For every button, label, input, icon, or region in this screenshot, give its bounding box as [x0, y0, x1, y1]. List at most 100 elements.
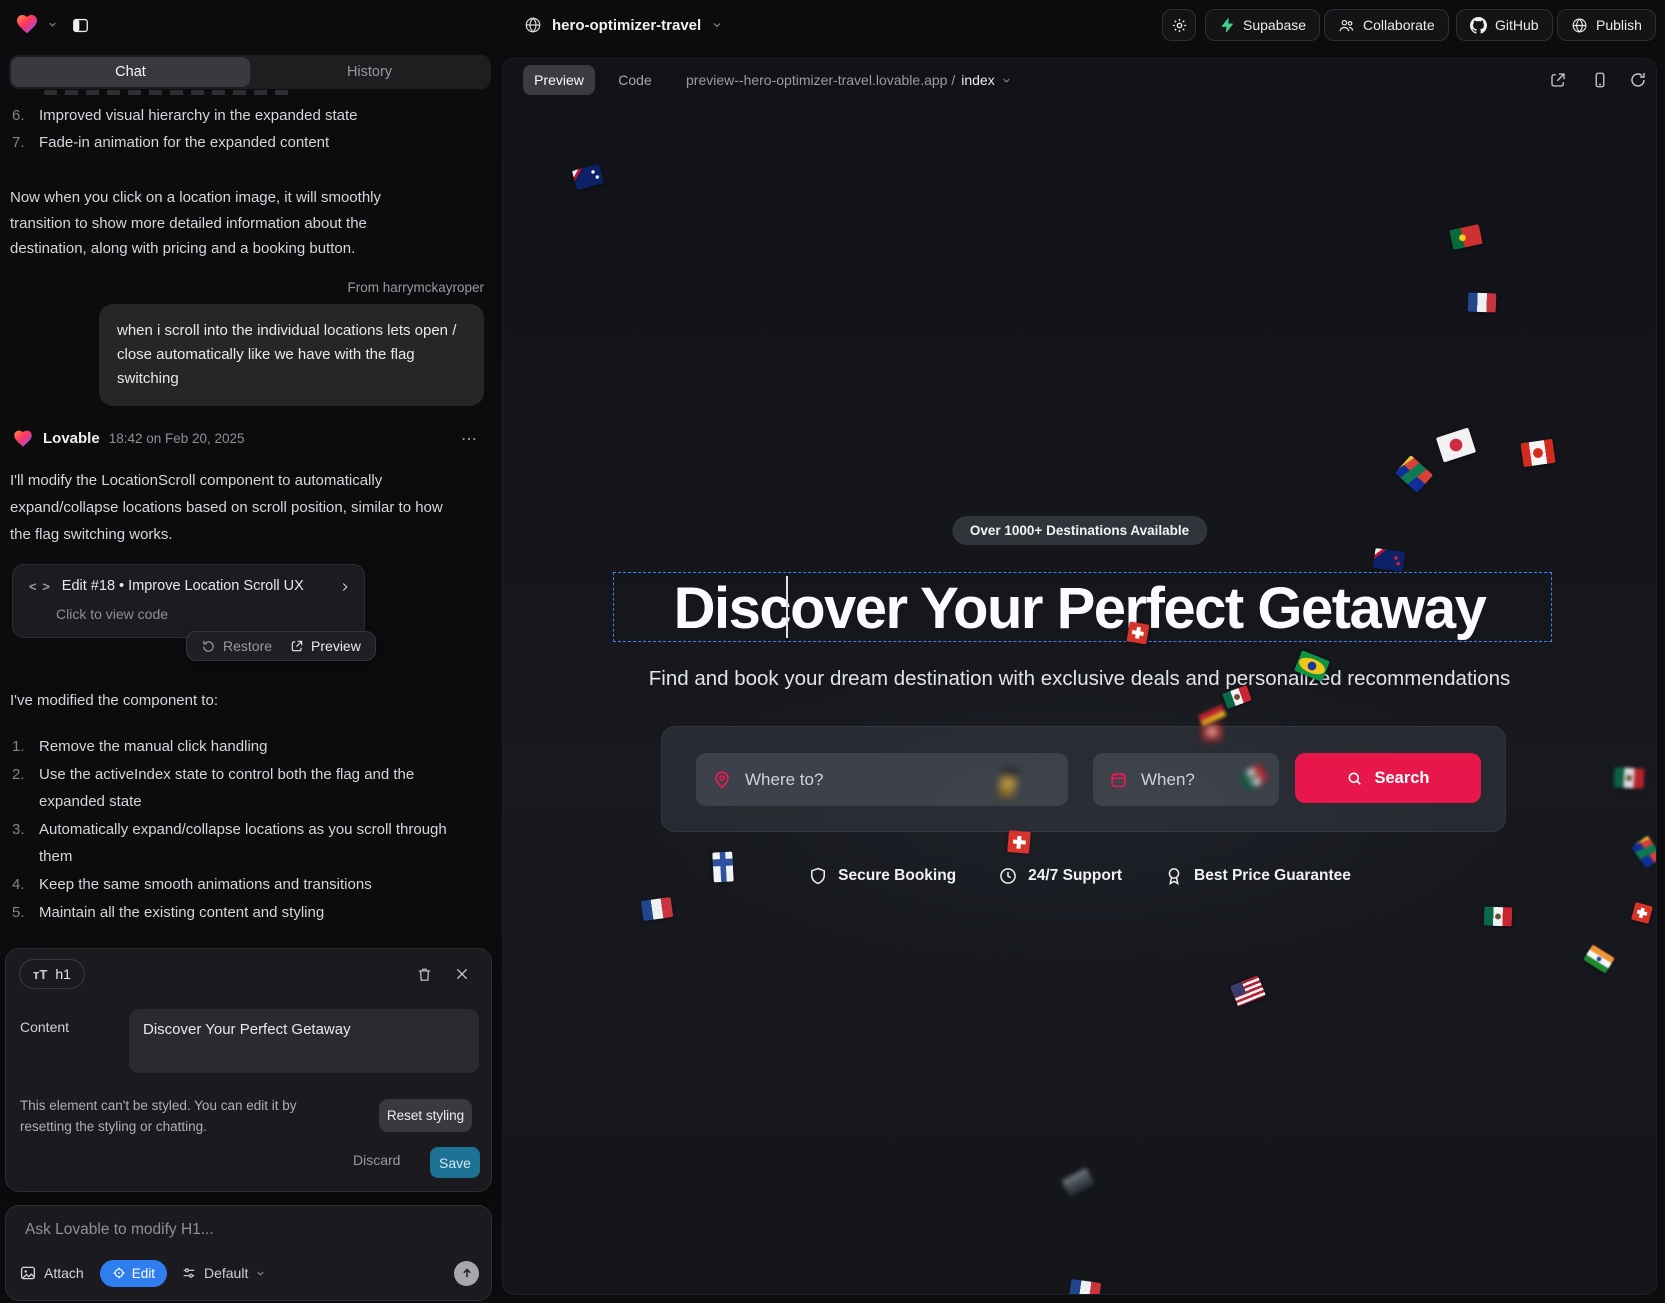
when-input[interactable]: When?: [1093, 753, 1279, 806]
preview-panel: Preview Code preview--hero-optimizer-tra…: [502, 58, 1657, 1295]
hero-subtitle[interactable]: Find and book your dream destination wit…: [503, 667, 1656, 691]
where-input[interactable]: Where to?: [696, 753, 1068, 806]
discard-button[interactable]: Discard: [353, 1152, 400, 1168]
url-prefix: preview--hero-optimizer-travel.lovable.a…: [686, 72, 955, 88]
send-button[interactable]: [454, 1261, 479, 1286]
reset-styling-button[interactable]: Reset styling: [379, 1099, 472, 1132]
url-page: index: [961, 72, 994, 88]
styling-note-text: This element can't be styled. You can ed…: [20, 1095, 342, 1137]
list-number: 1.: [12, 733, 39, 760]
publish-button[interactable]: Publish: [1557, 9, 1656, 41]
list-item: 4. Keep the same smooth animations and t…: [12, 871, 475, 898]
feature-support: 24/7 Support: [998, 866, 1122, 886]
sidebar-toggle-button[interactable]: [64, 9, 96, 41]
location-pin-icon: [712, 770, 732, 790]
modified-intro-text: I've modified the component to:: [10, 688, 444, 714]
default-mode-selector[interactable]: Default: [181, 1265, 266, 1281]
attach-button[interactable]: Attach: [19, 1264, 84, 1282]
search-button[interactable]: Search: [1295, 753, 1481, 803]
text-type-icon: тT: [33, 967, 47, 982]
list-text: Fade-in animation for the expanded conte…: [39, 132, 475, 153]
preview-url[interactable]: preview--hero-optimizer-travel.lovable.a…: [686, 72, 1012, 88]
assistant-intro-text: I'll modify the LocationScroll component…: [10, 467, 444, 548]
preview-header: Preview Code preview--hero-optimizer-tra…: [503, 59, 1656, 101]
element-editor-panel: тT h1 Content Discover Your Perfect Geta…: [5, 948, 492, 1192]
collaborate-button[interactable]: Collaborate: [1324, 9, 1449, 41]
list-text: Keep the same smooth animations and tran…: [39, 871, 475, 898]
tab-code[interactable]: Code: [615, 65, 655, 95]
publish-globe-icon: [1571, 17, 1588, 34]
supabase-label: Supabase: [1243, 17, 1306, 33]
list-number: 5.: [12, 899, 39, 926]
lovable-logo-menu[interactable]: [14, 12, 58, 36]
element-tag-label: h1: [55, 966, 71, 982]
target-icon: [112, 1266, 126, 1280]
feature-row: Secure Booking 24/7 Support Best Price G…: [503, 866, 1656, 886]
external-link-icon: [290, 639, 304, 653]
edit-card-subtitle: Click to view code: [56, 606, 168, 622]
h1-selection-outline: [613, 572, 1552, 642]
open-in-new-window-button[interactable]: [1549, 71, 1567, 89]
tab-chat[interactable]: Chat: [11, 57, 250, 87]
trash-icon: [416, 966, 433, 983]
project-name: hero-optimizer-travel: [552, 17, 701, 34]
lovable-heart-icon: [14, 12, 40, 36]
collaborate-label: Collaborate: [1363, 17, 1435, 33]
chevron-down-icon: [47, 19, 58, 30]
chevron-down-icon: [1001, 75, 1012, 86]
list-item: 6. Improved visual hierarchy in the expa…: [12, 105, 475, 126]
assistant-message-header: Lovable 18:42 on Feb 20, 2025 ⋯: [12, 428, 490, 449]
refresh-button[interactable]: [1629, 71, 1647, 89]
list-text: Automatically expand/collapse locations …: [39, 816, 475, 870]
supabase-button[interactable]: Supabase: [1205, 9, 1320, 41]
save-button[interactable]: Save: [430, 1147, 480, 1178]
list-item: 2. Use the activeIndex state to control …: [12, 761, 475, 815]
where-placeholder: Where to?: [745, 770, 823, 790]
close-icon: [454, 966, 470, 982]
chat-history-tabs: Chat History: [9, 55, 491, 89]
shield-icon: [808, 866, 828, 886]
image-attach-icon: [19, 1264, 37, 1282]
arrow-up-icon: [460, 1266, 474, 1280]
sliders-icon: [181, 1265, 197, 1281]
hero-preview-canvas: [503, 101, 1656, 1294]
gear-icon: [1171, 17, 1188, 34]
edit-version-card[interactable]: < > Edit #18 • Improve Location Scroll U…: [12, 564, 365, 638]
github-button[interactable]: GitHub: [1456, 9, 1553, 41]
search-label: Search: [1374, 769, 1429, 788]
chat-sidebar: Chat History 6. Improved visual hierarch…: [0, 50, 502, 1303]
edit-mode-button[interactable]: Edit: [100, 1260, 167, 1287]
list-number: 7.: [12, 132, 39, 153]
element-tag-pill[interactable]: тT h1: [19, 959, 85, 989]
code-icon: < >: [29, 579, 51, 594]
feature-label: Best Price Guarantee: [1194, 867, 1351, 885]
more-options-icon[interactable]: ⋯: [461, 429, 478, 449]
preview-version-button[interactable]: Preview: [290, 638, 361, 654]
settings-button[interactable]: [1162, 9, 1196, 41]
feature-label: Secure Booking: [838, 867, 956, 885]
search-card: Where to? When? Search: [661, 726, 1506, 832]
chevron-down-icon: [255, 1268, 266, 1279]
project-selector[interactable]: hero-optimizer-travel: [524, 9, 723, 41]
assistant-name: Lovable: [43, 430, 100, 447]
message-author-label: From harrymckayroper: [347, 280, 484, 295]
content-field-label: Content: [20, 1019, 69, 1035]
chat-input[interactable]: Ask Lovable to modify H1...: [25, 1221, 214, 1239]
list-item: 3. Automatically expand/collapse locatio…: [12, 816, 475, 870]
tab-preview[interactable]: Preview: [523, 65, 595, 95]
list-item: 7. Fade-in animation for the expanded co…: [12, 132, 475, 153]
assistant-paragraph: Now when you click on a location image, …: [10, 185, 444, 262]
mobile-view-button[interactable]: [1591, 71, 1609, 89]
close-editor-button[interactable]: [452, 964, 472, 984]
github-icon: [1470, 17, 1487, 34]
sidebar-panel-icon: [71, 16, 90, 35]
tab-history[interactable]: History: [250, 57, 489, 87]
content-textarea[interactable]: Discover Your Perfect Getaway: [129, 1009, 479, 1073]
restore-label: Restore: [223, 638, 272, 654]
user-message-bubble: when i scroll into the individual locati…: [99, 304, 484, 406]
default-label: Default: [204, 1265, 248, 1281]
delete-element-button[interactable]: [414, 964, 434, 984]
restore-button[interactable]: Restore: [201, 638, 272, 654]
preview-label: Preview: [311, 638, 361, 654]
feature-best-price: Best Price Guarantee: [1164, 866, 1351, 886]
